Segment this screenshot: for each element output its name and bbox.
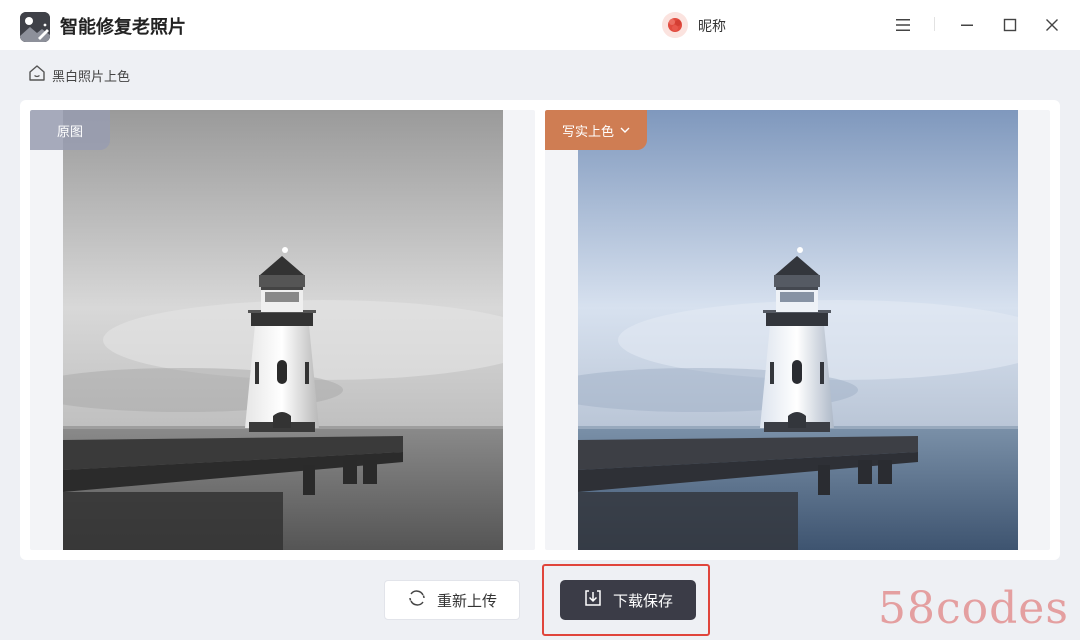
hamburger-menu-icon[interactable] <box>889 11 917 39</box>
download-icon <box>583 588 603 612</box>
title-bar: 智能修复老照片 昵称 <box>0 0 1080 50</box>
reupload-button[interactable]: 重新上传 <box>384 580 520 620</box>
original-photo <box>63 110 503 550</box>
download-save-button[interactable]: 下载保存 <box>560 580 696 620</box>
avatar[interactable] <box>662 12 688 38</box>
result-image-card: 写实上色 <box>545 110 1050 550</box>
colorized-photo <box>578 110 1018 550</box>
breadcrumb-label: 黑白照片上色 <box>52 69 131 85</box>
photo-magic-icon <box>20 12 50 42</box>
chevron-down-icon <box>620 123 630 138</box>
close-icon[interactable] <box>1038 11 1066 39</box>
reupload-label: 重新上传 <box>436 591 497 610</box>
minimize-icon[interactable] <box>953 11 981 39</box>
home-icon[interactable] <box>28 64 46 86</box>
color-mode-dropdown[interactable]: 写实上色 <box>545 110 647 150</box>
maximize-icon[interactable] <box>996 11 1024 39</box>
download-label: 下载保存 <box>612 591 673 610</box>
comparison-panel: 原图 写实上色 <box>20 100 1060 560</box>
color-mode-label: 写实上色 <box>561 124 614 140</box>
watermark: 58codes <box>878 583 1069 634</box>
original-label-tag: 原图 <box>30 110 110 150</box>
breadcrumb[interactable]: 黑白照片上色 <box>28 65 130 85</box>
refresh-icon <box>407 588 427 612</box>
title-divider <box>934 17 935 31</box>
user-nickname[interactable]: 昵称 <box>698 16 726 36</box>
original-image-card: 原图 <box>30 110 535 550</box>
app-title: 智能修复老照片 <box>60 17 186 38</box>
